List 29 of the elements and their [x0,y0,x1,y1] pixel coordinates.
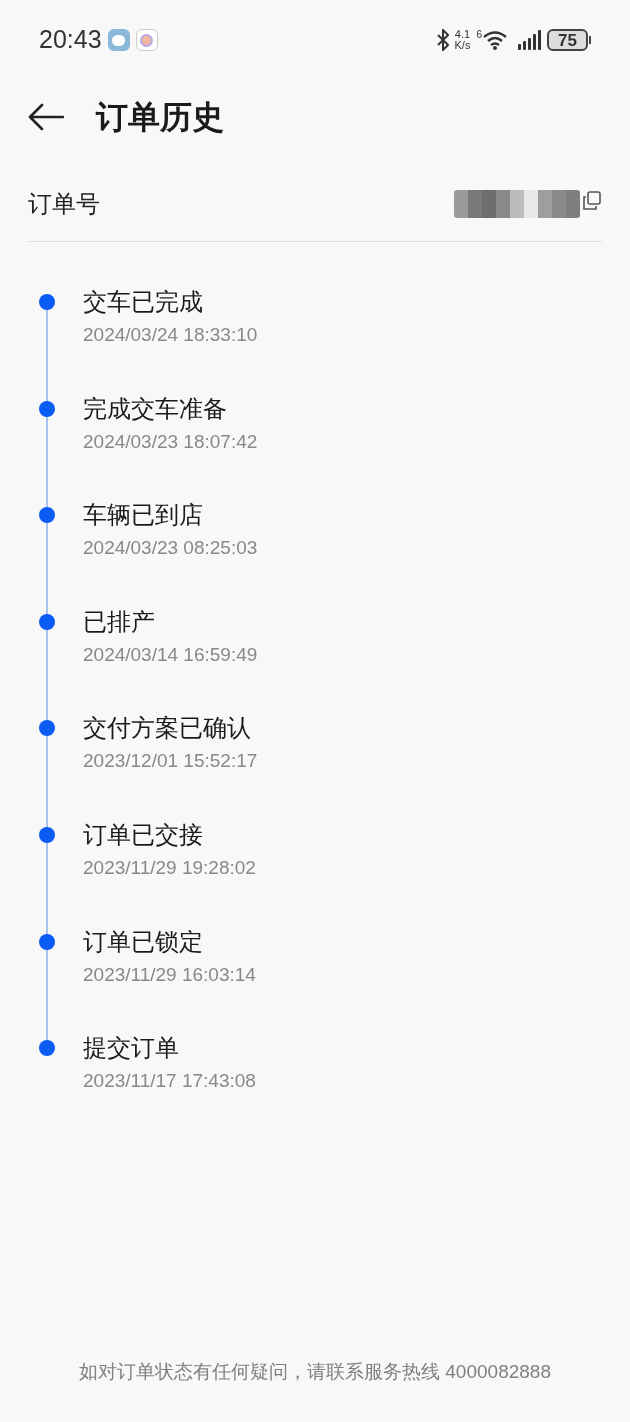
battery-indicator: 75 [547,29,588,51]
wifi-badge-text: 6 [476,30,482,40]
status-title: 订单已锁定 [83,927,204,956]
status-title: 已排产 [83,607,156,636]
hotline-note: 如对订单状态有任何疑问，请联系服务热线 4000082888 [79,1360,551,1384]
status-title: 提交订单 [83,1034,180,1063]
clock-text: 20:43 [39,24,102,56]
page-title: 订单历史 [96,98,224,137]
status-time: 2024/03/14 16:59:49 [83,643,258,666]
order-number-label: 订单号 [28,188,100,219]
status-title: 完成交车准备 [83,394,228,423]
status-time: 2023/11/29 19:28:02 [83,856,256,879]
wifi-icon [482,30,508,50]
status-time: 2024/03/23 08:25:03 [83,537,258,560]
signal-icon [518,30,541,50]
copy-icon[interactable] [582,190,602,211]
speed-unit-text: K/s [454,40,471,51]
back-arrow-icon[interactable] [28,103,64,131]
speed-value-text: 4.1 [454,29,471,40]
status-title: 交车已完成 [83,288,204,316]
status-title: 订单已交接 [83,820,204,849]
status-time: 2024/03/23 18:07:42 [83,430,258,453]
status-time: 2024/03/24 18:33:10 [83,324,258,346]
status-title: 交付方案已确认 [83,714,252,743]
status-title: 车辆已到店 [83,501,204,530]
status-time: 2023/12/01 15:52:17 [83,750,258,773]
status-time: 2023/11/29 16:03:14 [83,963,256,986]
bluetooth-icon [436,29,449,51]
status-time: 2023/11/17 17:43:08 [83,1070,256,1093]
